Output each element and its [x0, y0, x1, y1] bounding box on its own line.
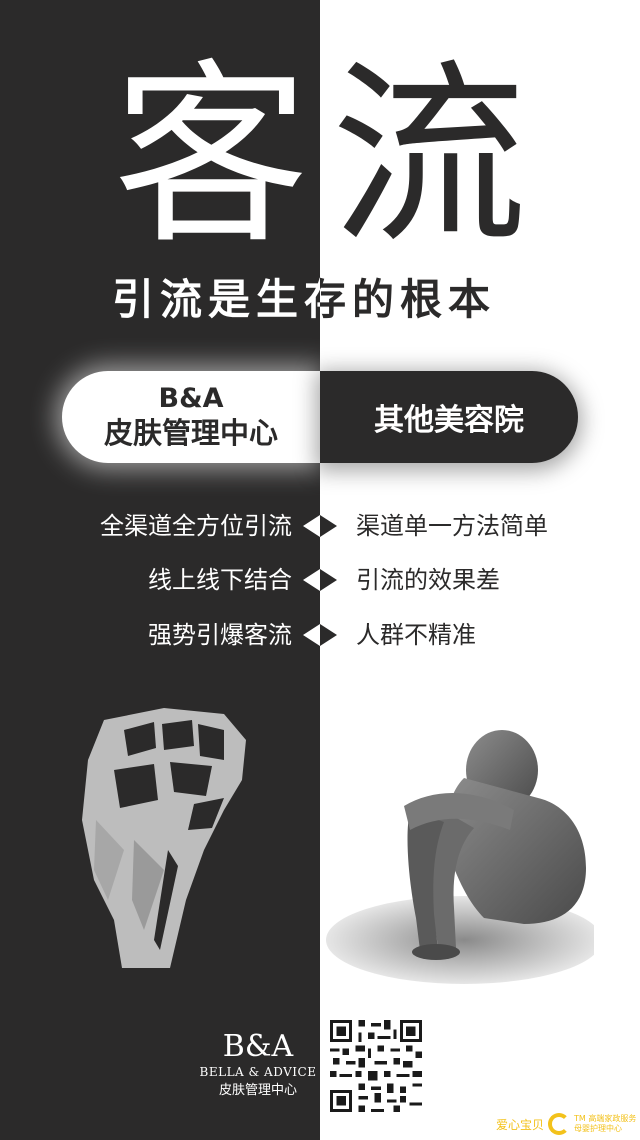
title-char-left: 客 — [112, 43, 309, 271]
row-right-text: 人群不精准 — [356, 621, 476, 649]
row-left-text: 全渠道全方位引流 — [100, 512, 292, 540]
row-left-text: 线上线下结合 — [148, 566, 292, 594]
diamond-bullet-icon — [303, 624, 337, 646]
ba-comparison-pill: B&A 皮肤管理中心 — [62, 371, 320, 463]
row-right-text: 引流的效果差 — [356, 566, 500, 594]
ba-pill-label: 皮肤管理中心 — [103, 416, 278, 450]
brand-logo: B&A — [222, 1029, 294, 1064]
watermark: 爱心宝贝 TM 高端家政服务 母婴护理中心 — [496, 1112, 636, 1136]
watermark-small-text: TM 高端家政服务 — [574, 1114, 637, 1123]
diamond-bullet-icon — [303, 569, 337, 591]
subtitle-text: 引流是生存的根本 — [112, 275, 320, 324]
watermark-name: 爱心宝贝 — [496, 1117, 545, 1132]
ba-pill-logo: B&A — [158, 383, 224, 414]
title-char-right: 流 — [330, 43, 527, 271]
other-salon-pill: 其他美容院 — [320, 371, 578, 463]
sad-person-icon — [326, 730, 594, 984]
subtitle-left-half: 引流是生存的根本 — [112, 272, 320, 328]
watermark-text-block: TM 高端家政服务 母婴护理中心 — [574, 1114, 636, 1134]
brand-english-name: BELLA & ADVICE — [199, 1065, 317, 1079]
row-left-text: 强势引爆客流 — [148, 621, 292, 649]
watermark-logo-icon — [548, 1113, 571, 1135]
subtitle-text-mirror: 引流是生存的根本 — [320, 275, 497, 324]
row-right-text: 渠道单一方法简单 — [356, 512, 548, 540]
brand-chinese-name: 皮肤管理中心 — [218, 1083, 297, 1098]
other-salon-label: 其他美容院 — [374, 403, 524, 438]
diamond-bullet-icon — [303, 515, 337, 537]
subtitle-right-half: 引流是生存的根本 — [320, 272, 532, 328]
qr-code[interactable] — [330, 1020, 422, 1112]
fist-icon — [82, 708, 246, 968]
watermark-tagline: 母婴护理中心 — [574, 1124, 623, 1133]
